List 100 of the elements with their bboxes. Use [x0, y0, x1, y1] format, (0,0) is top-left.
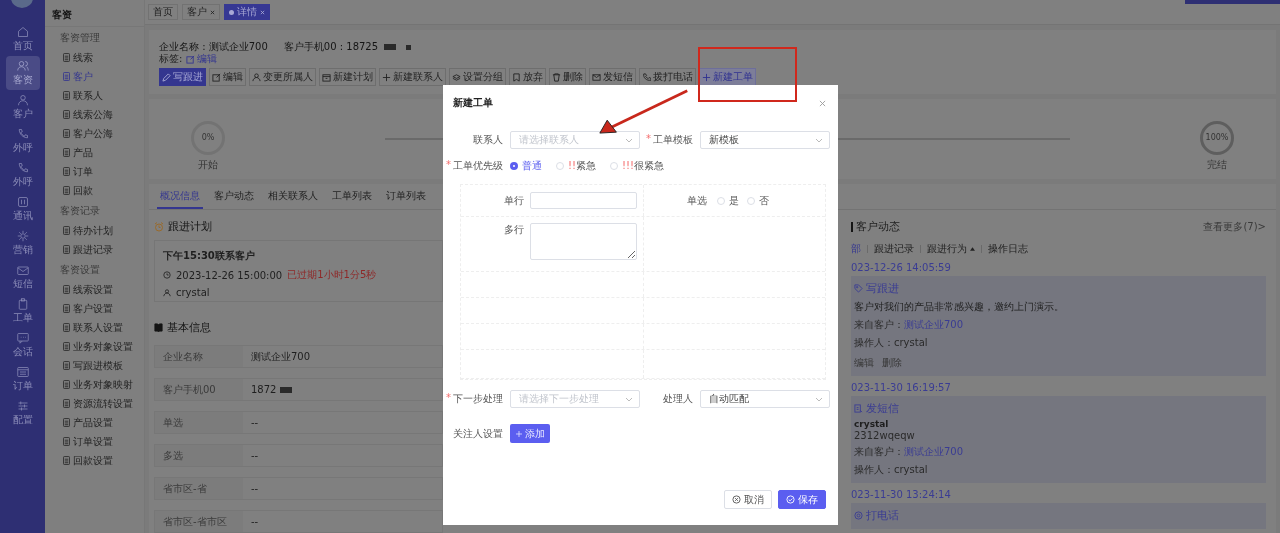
- nav-icon: [16, 331, 29, 344]
- rail-nav-item[interactable]: 首页: [5, 22, 40, 56]
- submenu-item[interactable]: 业务对象设置: [73, 339, 133, 354]
- submenu-item[interactable]: 客户公海: [73, 126, 113, 141]
- detail-tab[interactable]: 订单列表: [383, 184, 429, 209]
- template-select[interactable]: 新模板: [700, 131, 830, 149]
- entry-action-link[interactable]: 编辑: [854, 356, 874, 370]
- submenu-item[interactable]: 线索公海: [73, 107, 113, 122]
- submenu-item[interactable]: 线索设置: [73, 282, 113, 297]
- rail-nav-item[interactable]: 客资: [5, 56, 40, 90]
- document-icon: [63, 342, 70, 351]
- submenu-item[interactable]: 客户: [73, 69, 93, 84]
- submenu-item[interactable]: 回款: [73, 183, 93, 198]
- close-icon[interactable]: [819, 99, 826, 107]
- submenu-item[interactable]: 业务对象映射: [73, 377, 133, 392]
- nav-icon: [16, 93, 29, 106]
- caret-icon[interactable]: [970, 247, 975, 251]
- submenu-item[interactable]: 写跟进模板: [73, 358, 123, 373]
- handler-select[interactable]: 自动匹配: [700, 390, 830, 408]
- radio-label[interactable]: 是: [729, 193, 739, 208]
- action-button[interactable]: 拨打电话: [639, 68, 696, 86]
- rail-nav-item[interactable]: 订单: [5, 362, 40, 396]
- entry-icon: [854, 284, 863, 293]
- submenu-item[interactable]: 订单设置: [73, 434, 113, 449]
- document-icon: [63, 91, 70, 100]
- action-button[interactable]: 删除: [549, 68, 586, 86]
- close-icon[interactable]: [260, 9, 265, 15]
- rail-nav-item[interactable]: 短信: [5, 260, 40, 294]
- header-button[interactable]: [1185, 0, 1280, 4]
- submenu-item[interactable]: 客户设置: [73, 301, 113, 316]
- edit-icon: [186, 54, 196, 64]
- submenu-item[interactable]: 待办计划: [73, 223, 113, 238]
- submenu-item[interactable]: 产品设置: [73, 415, 113, 430]
- action-button[interactable]: 编辑: [209, 68, 246, 86]
- dialog-button[interactable]: 取消: [724, 490, 772, 509]
- action-button[interactable]: 变更所属人: [249, 68, 316, 86]
- submenu-item[interactable]: 联系人设置: [73, 320, 123, 335]
- rail-nav-item[interactable]: 外呼: [5, 158, 40, 192]
- page-tab[interactable]: 客户: [182, 4, 220, 20]
- submenu-item[interactable]: 资源流转设置: [73, 396, 133, 411]
- submenu-item[interactable]: 联系人: [73, 88, 103, 103]
- field-value: --: [251, 516, 259, 527]
- action-button[interactable]: 设置分组: [449, 68, 506, 86]
- detail-tab[interactable]: 概况信息: [157, 184, 203, 209]
- filter-link[interactable]: 部: [851, 242, 861, 256]
- submenu-item[interactable]: 线索: [73, 50, 93, 65]
- x-circle-icon: [732, 495, 741, 504]
- multi-line-input[interactable]: [530, 223, 637, 260]
- action-button[interactable]: 新建联系人: [379, 68, 446, 86]
- rail-nav-item[interactable]: 会话: [5, 328, 40, 362]
- rail-nav-item[interactable]: 营销: [5, 226, 40, 260]
- entry-action-link[interactable]: 删除: [882, 356, 902, 370]
- rail-nav-item[interactable]: 工单: [5, 294, 40, 328]
- radio-label[interactable]: 普通: [522, 159, 542, 173]
- field-label: 单选: [686, 193, 707, 208]
- nav-icon: [16, 365, 29, 378]
- dialog-button[interactable]: 保存: [778, 490, 826, 509]
- edit-tags-link[interactable]: 编辑: [186, 52, 218, 66]
- close-icon[interactable]: [210, 9, 215, 15]
- chevron-down-icon: [815, 396, 823, 402]
- company-name: 企业名称 : 测试企业700: [159, 40, 268, 54]
- action-icon: [252, 72, 261, 82]
- radio-label[interactable]: 否: [759, 193, 769, 208]
- single-line-input[interactable]: [530, 192, 637, 209]
- action-button[interactable]: 新建工单: [699, 68, 756, 86]
- submenu-item[interactable]: 回款设置: [73, 453, 113, 468]
- page-tab[interactable]: 首页: [148, 4, 178, 20]
- rail-nav-item[interactable]: 客户: [5, 90, 40, 124]
- add-button[interactable]: 添加: [510, 424, 550, 443]
- radio-button[interactable]: [510, 162, 518, 170]
- entry-icon: [854, 511, 863, 520]
- rail-nav-item[interactable]: 配置: [5, 396, 40, 430]
- filter-link[interactable]: 操作日志: [988, 242, 1028, 256]
- page-tab[interactable]: 详情: [224, 4, 270, 20]
- action-button[interactable]: 新建计划: [319, 68, 376, 86]
- view-more-link[interactable]: 查看更多(7)>: [1203, 219, 1266, 234]
- filter-link[interactable]: 跟进记录: [874, 242, 914, 256]
- submenu-item[interactable]: 跟进记录: [73, 242, 113, 257]
- submenu-item[interactable]: 产品: [73, 145, 93, 160]
- detail-tab[interactable]: 相关联系人: [265, 184, 321, 209]
- submenu-item[interactable]: 订单: [73, 164, 93, 179]
- document-icon: [63, 148, 70, 157]
- rail-nav-item[interactable]: 外呼: [5, 124, 40, 158]
- document-icon: [63, 361, 70, 370]
- filter-link[interactable]: 跟进行为: [927, 242, 967, 256]
- detail-tab[interactable]: 客户动态: [211, 184, 257, 209]
- action-button[interactable]: 放弃: [509, 68, 546, 86]
- detail-tab[interactable]: 工单列表: [329, 184, 375, 209]
- clock-icon: [163, 271, 171, 279]
- document-icon: [63, 167, 70, 176]
- rail-nav-item[interactable]: 通讯: [5, 192, 40, 226]
- action-icon: [212, 72, 221, 82]
- chevron-down-icon: [625, 396, 633, 402]
- radio-label[interactable]: !!!很紧急: [622, 159, 665, 173]
- field-label: * 工单优先级: [445, 159, 503, 173]
- action-button[interactable]: 发短信: [589, 68, 636, 86]
- action-button[interactable]: 写跟进: [159, 68, 206, 86]
- section-title: 基本信息: [167, 320, 211, 335]
- nav-icon: [16, 263, 29, 276]
- radio-label[interactable]: !!紧急: [568, 159, 597, 173]
